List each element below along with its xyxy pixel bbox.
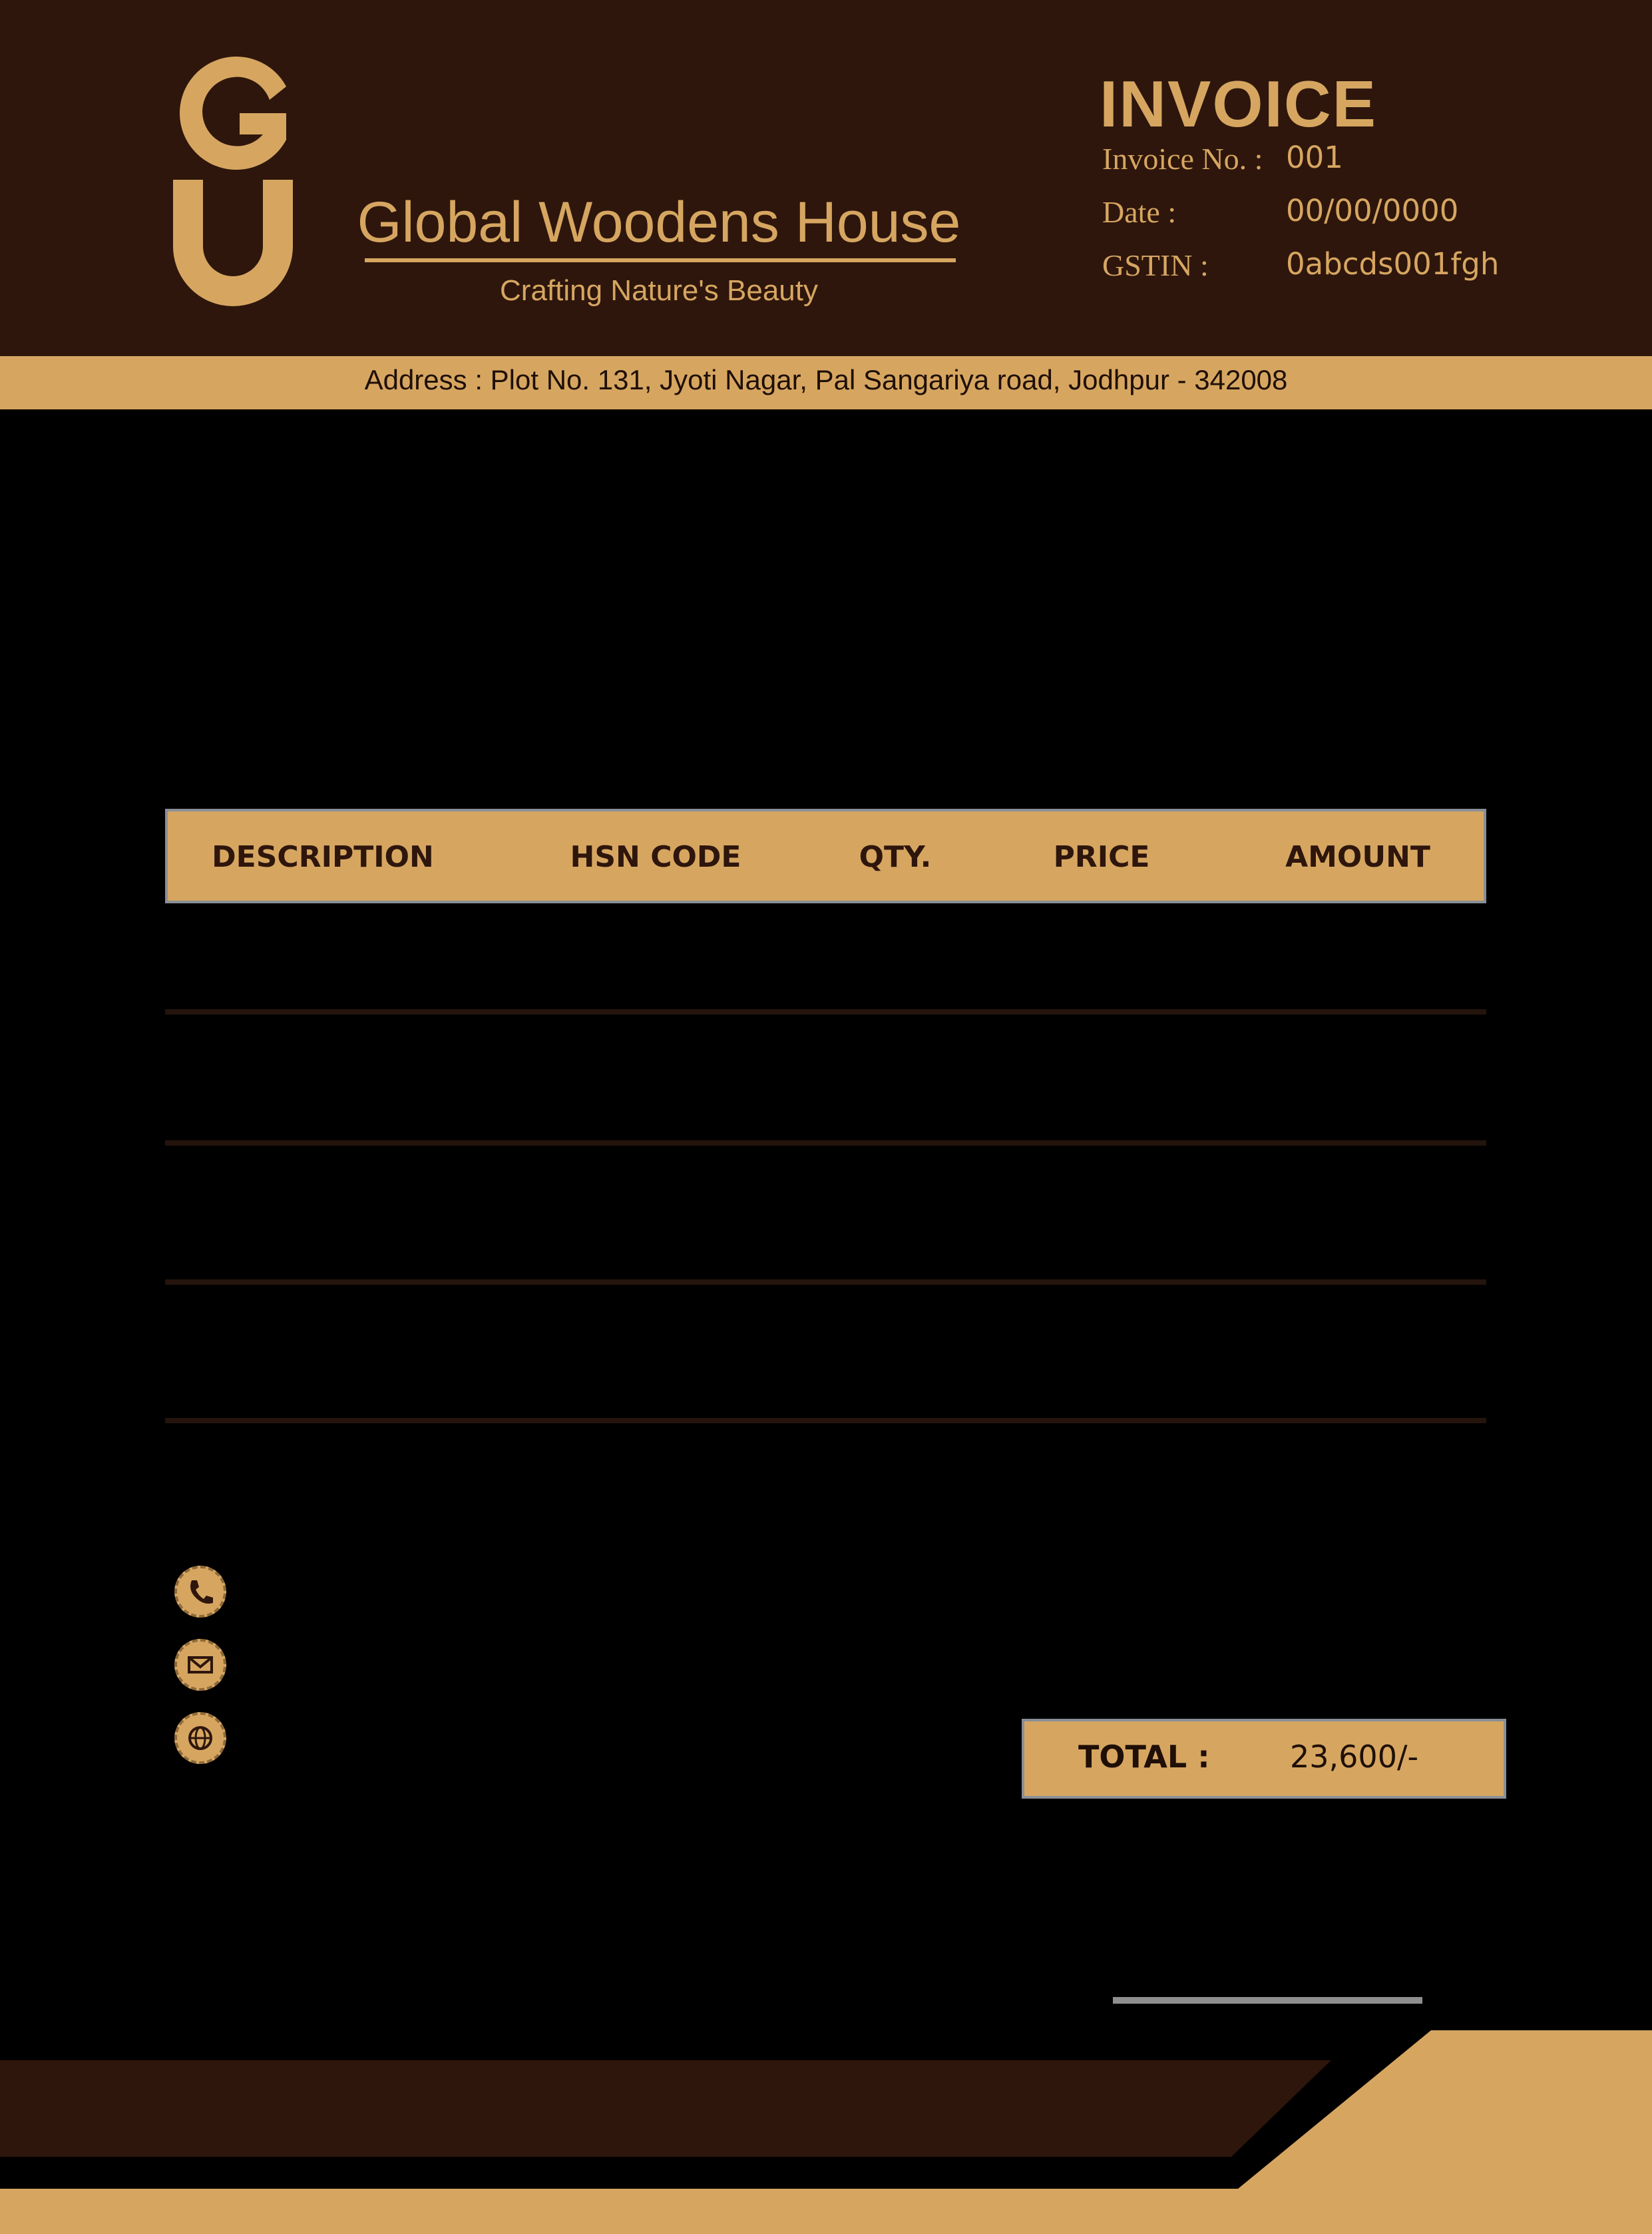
column-price: PRICE bbox=[1053, 840, 1150, 874]
mail-icon bbox=[174, 1639, 226, 1691]
column-description: DESCRIPTION bbox=[212, 840, 434, 874]
invoice-number-value: 001 bbox=[1286, 140, 1343, 175]
column-qty: QTY. bbox=[859, 840, 932, 874]
row-divider bbox=[165, 1279, 1486, 1285]
gu-logo bbox=[173, 57, 293, 306]
column-hsn-code: HSN CODE bbox=[570, 840, 741, 874]
column-amount: AMOUNT bbox=[1285, 840, 1430, 874]
row-divider bbox=[165, 1140, 1486, 1146]
gstin-value: 0abcds001fgh bbox=[1286, 246, 1500, 282]
date-label: Date : bbox=[1102, 195, 1177, 229]
brand-name: Global Woodens House bbox=[357, 190, 961, 254]
invoice-title: INVOICE bbox=[1100, 67, 1377, 140]
company-address: Address : Plot No. 131, Jyoti Nagar, Pal… bbox=[364, 364, 1288, 395]
gstin-label: GSTIN : bbox=[1102, 248, 1209, 282]
phone-icon bbox=[174, 1566, 226, 1618]
invoice-number-label: Invoice No. : bbox=[1102, 142, 1263, 176]
footer-decoration bbox=[0, 2030, 1652, 2234]
date-value: 00/00/0000 bbox=[1286, 193, 1459, 228]
brand-tagline: Crafting Nature's Beauty bbox=[500, 274, 818, 307]
brand-underline bbox=[365, 258, 956, 262]
total-value: 23,600/- bbox=[1290, 1739, 1419, 1775]
row-divider bbox=[165, 1418, 1486, 1423]
total-label: TOTAL : bbox=[1078, 1739, 1210, 1775]
row-divider bbox=[165, 1009, 1486, 1014]
signature-line bbox=[1113, 1997, 1422, 2004]
globe-icon bbox=[174, 1712, 226, 1764]
